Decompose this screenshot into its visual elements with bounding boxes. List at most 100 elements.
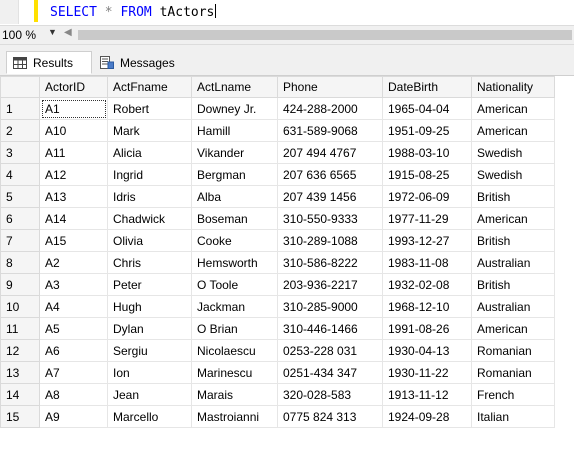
cell-nationality[interactable]: Romanian [471, 361, 555, 384]
column-header-nationality[interactable]: Nationality [471, 76, 555, 98]
cell-phone[interactable]: 310-446-1466 [277, 317, 383, 340]
cell-actfname[interactable]: Ion [107, 361, 192, 384]
cell-nationality[interactable]: American [471, 317, 555, 340]
cell-datebirth[interactable]: 1972-06-09 [382, 185, 472, 208]
cell-actfname[interactable]: Marcello [107, 405, 192, 428]
cell-actlname[interactable]: O Brian [191, 317, 278, 340]
cell-nationality[interactable]: Swedish [471, 141, 555, 164]
cell-actlname[interactable]: Nicolaescu [191, 339, 278, 362]
cell-actlname[interactable]: Bergman [191, 163, 278, 186]
cell-actorid[interactable]: A12 [39, 163, 108, 186]
zoom-dropdown-arrow-icon[interactable]: ▼ [48, 27, 57, 37]
cell-actlname[interactable]: Hamill [191, 119, 278, 142]
cell-actlname[interactable]: Alba [191, 185, 278, 208]
cell-phone[interactable]: 207 636 6565 [277, 163, 383, 186]
table-row[interactable]: 10 A4 Hugh Jackman 310-285-9000 1968-12-10 Aus… [0, 295, 555, 318]
cell-phone[interactable]: 310-289-1088 [277, 229, 383, 252]
row-number-cell[interactable]: 6 [0, 207, 40, 230]
cell-datebirth[interactable]: 1913-11-12 [382, 383, 472, 406]
cell-nationality[interactable]: French [471, 383, 555, 406]
cell-nationality[interactable]: American [471, 97, 555, 120]
cell-nationality[interactable]: American [471, 119, 555, 142]
cell-actlname[interactable]: Jackman [191, 295, 278, 318]
cell-actfname[interactable]: Idris [107, 185, 192, 208]
cell-actlname[interactable]: O Toole [191, 273, 278, 296]
scroll-left-arrow-icon[interactable]: ◀ [64, 27, 72, 38]
table-row[interactable]: 7 A15 Olivia Cooke 310-289-1088 1993-12-27 Bri… [0, 229, 555, 252]
cell-nationality[interactable]: American [471, 207, 555, 230]
table-row[interactable]: 2 A10 Mark Hamill 631-589-9068 1951-09-25 Amer… [0, 119, 555, 142]
cell-phone[interactable]: 310-550-9333 [277, 207, 383, 230]
column-header-actfname[interactable]: ActFname [107, 76, 192, 98]
table-row[interactable]: 11 A5 Dylan O Brian 310-446-1466 1991-08-26 Am… [0, 317, 555, 340]
cell-datebirth[interactable]: 1930-04-13 [382, 339, 472, 362]
table-row[interactable]: 6 A14 Chadwick Boseman 310-550-9333 1977-11-2… [0, 207, 555, 230]
cell-actfname[interactable]: Chris [107, 251, 192, 274]
row-number-cell[interactable]: 4 [0, 163, 40, 186]
tab-messages[interactable]: Messages [94, 51, 192, 74]
cell-phone[interactable]: 203-936-2217 [277, 273, 383, 296]
cell-datebirth[interactable]: 1924-09-28 [382, 405, 472, 428]
cell-actfname[interactable]: Hugh [107, 295, 192, 318]
row-number-cell[interactable]: 8 [0, 251, 40, 274]
cell-datebirth[interactable]: 1930-11-22 [382, 361, 472, 384]
cell-actorid[interactable]: A13 [39, 185, 108, 208]
column-header-actlname[interactable]: ActLname [191, 76, 278, 98]
cell-actorid[interactable]: A2 [39, 251, 108, 274]
cell-actfname[interactable]: Dylan [107, 317, 192, 340]
sql-query-text[interactable]: SELECT * FROM tActors [50, 4, 217, 20]
cell-datebirth[interactable]: 1968-12-10 [382, 295, 472, 318]
cell-actfname[interactable]: Peter [107, 273, 192, 296]
cell-actorid[interactable]: A5 [39, 317, 108, 340]
column-header-actorid[interactable]: ActorID [39, 76, 108, 98]
cell-actfname[interactable]: Mark [107, 119, 192, 142]
tab-results[interactable]: Results [6, 51, 92, 74]
cell-phone[interactable]: 424-288-2000 [277, 97, 383, 120]
cell-nationality[interactable]: Australian [471, 251, 555, 274]
table-row[interactable]: 13 A7 Ion Marinescu 0251-434 347 1930-11-22 Ro… [0, 361, 555, 384]
table-row[interactable]: 5 A13 Idris Alba 207 439 1456 1972-06-09 Briti… [0, 185, 555, 208]
cell-actorid[interactable]: A10 [39, 119, 108, 142]
cell-actlname[interactable]: Mastroianni [191, 405, 278, 428]
cell-actorid[interactable]: A9 [39, 405, 108, 428]
cell-actfname[interactable]: Jean [107, 383, 192, 406]
cell-datebirth[interactable]: 1915-08-25 [382, 163, 472, 186]
cell-nationality[interactable]: Romanian [471, 339, 555, 362]
row-number-cell[interactable]: 14 [0, 383, 40, 406]
results-grid[interactable]: ActorID ActFname ActLname Phone DateBirt… [0, 76, 574, 467]
cell-actorid[interactable]: A11 [39, 141, 108, 164]
row-number-cell[interactable]: 2 [0, 119, 40, 142]
cell-actorid[interactable]: A8 [39, 383, 108, 406]
row-number-cell[interactable]: 12 [0, 339, 40, 362]
zoom-level[interactable]: 100 % [2, 28, 36, 42]
cell-phone[interactable]: 207 494 4767 [277, 141, 383, 164]
row-number-cell[interactable]: 7 [0, 229, 40, 252]
table-row[interactable]: 14 A8 Jean Marais 320-028-583 1913-11-12 Frenc… [0, 383, 555, 406]
cell-actfname[interactable]: Robert [107, 97, 192, 120]
cell-datebirth[interactable]: 1988-03-10 [382, 141, 472, 164]
cell-actorid[interactable]: A6 [39, 339, 108, 362]
cell-nationality[interactable]: British [471, 273, 555, 296]
cell-nationality[interactable]: British [471, 229, 555, 252]
cell-phone[interactable]: 207 439 1456 [277, 185, 383, 208]
cell-actlname[interactable]: Marinescu [191, 361, 278, 384]
cell-datebirth[interactable]: 1932-02-08 [382, 273, 472, 296]
cell-actorid[interactable]: A14 [39, 207, 108, 230]
row-number-cell[interactable]: 9 [0, 273, 40, 296]
table-row[interactable]: 15 A9 Marcello Mastroianni 0775 824 313 1924-… [0, 405, 555, 428]
cell-actorid[interactable]: A15 [39, 229, 108, 252]
row-number-cell[interactable]: 11 [0, 317, 40, 340]
cell-phone[interactable]: 631-589-9068 [277, 119, 383, 142]
table-row[interactable]: 9 A3 Peter O Toole 203-936-2217 1932-02-08 Bri… [0, 273, 555, 296]
row-number-cell[interactable]: 5 [0, 185, 40, 208]
cell-datebirth[interactable]: 1991-08-26 [382, 317, 472, 340]
cell-actfname[interactable]: Alicia [107, 141, 192, 164]
cell-actlname[interactable]: Hemsworth [191, 251, 278, 274]
cell-datebirth[interactable]: 1951-09-25 [382, 119, 472, 142]
table-row[interactable]: 1 A1 Robert Downey Jr. 424-288-2000 1965-04-0… [0, 97, 555, 120]
cell-actfname[interactable]: Olivia [107, 229, 192, 252]
cell-actfname[interactable]: Sergiu [107, 339, 192, 362]
cell-datebirth[interactable]: 1983-11-08 [382, 251, 472, 274]
cell-actlname[interactable]: Cooke [191, 229, 278, 252]
row-number-cell[interactable]: 3 [0, 141, 40, 164]
